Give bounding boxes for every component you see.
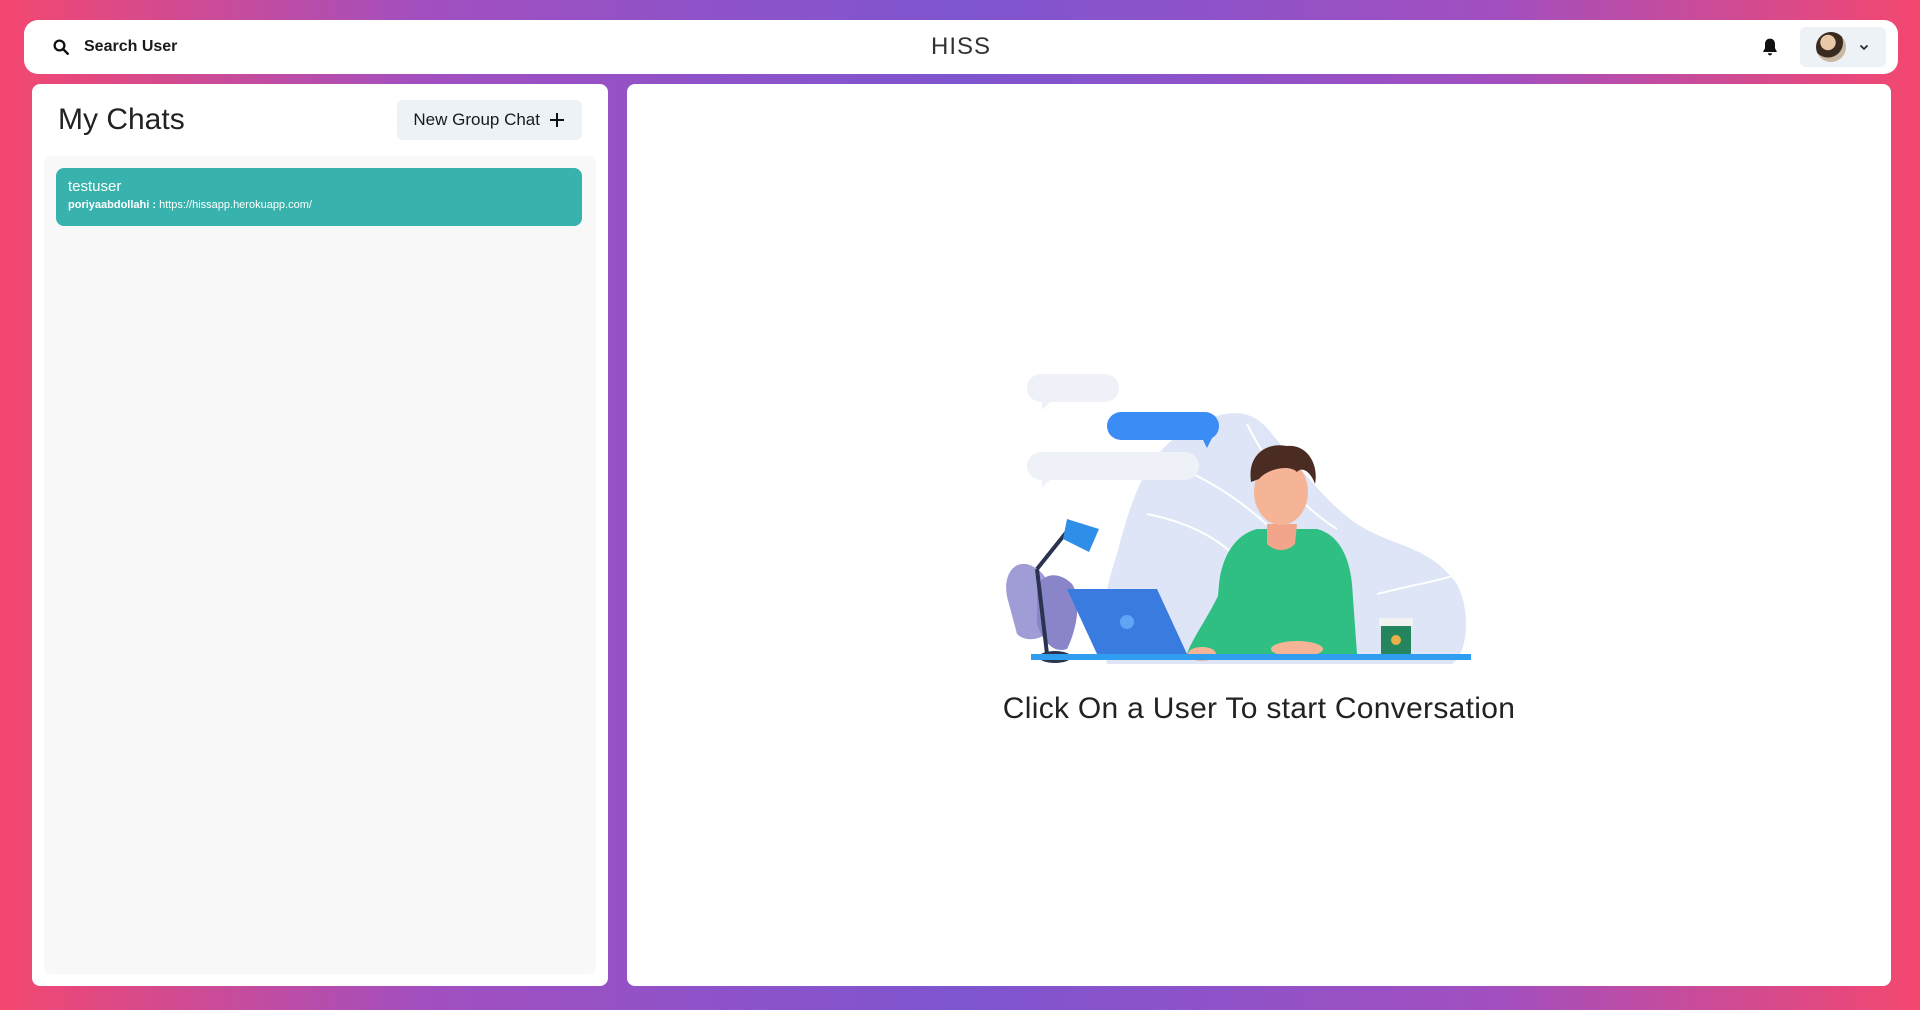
chat-last-message-text: https://hissapp.herokuapp.com/ (159, 199, 312, 211)
empty-state-text: Click On a User To start Conversation (1002, 692, 1516, 725)
my-chats-panel: My Chats New Group Chat testuser poriyaa… (32, 84, 608, 986)
chevron-down-icon (1859, 44, 1869, 51)
chat-last-message: poriyaabdollahi : https://hissapp.heroku… (68, 199, 570, 211)
chat-name: testuser (68, 178, 122, 195)
top-bar: Search User HISS (24, 20, 1898, 74)
my-chats-title: My Chats (58, 103, 185, 136)
search-icon (53, 39, 69, 55)
profile-menu-button[interactable] (1800, 27, 1886, 67)
empty-state-illustration (1006, 374, 1471, 664)
app-title: HISS (930, 33, 992, 60)
my-chats-header: My Chats New Group Chat (32, 84, 608, 156)
search-user-button[interactable]: Search User (48, 27, 181, 67)
avatar (1816, 32, 1846, 62)
plus-icon (550, 113, 564, 127)
chat-window: Click On a User To start Conversation (627, 84, 1891, 986)
search-user-label: Search User (84, 38, 178, 55)
chat-last-sender: poriyaabdollahi : (68, 199, 157, 211)
chat-list: testuser poriyaabdollahi : https://hissa… (44, 156, 596, 974)
notification-bell-icon[interactable] (1758, 35, 1782, 59)
new-group-chat-button[interactable]: New Group Chat (397, 100, 582, 140)
new-group-chat-label: New Group Chat (413, 110, 540, 129)
chat-list-item[interactable]: testuser poriyaabdollahi : https://hissa… (56, 168, 582, 226)
